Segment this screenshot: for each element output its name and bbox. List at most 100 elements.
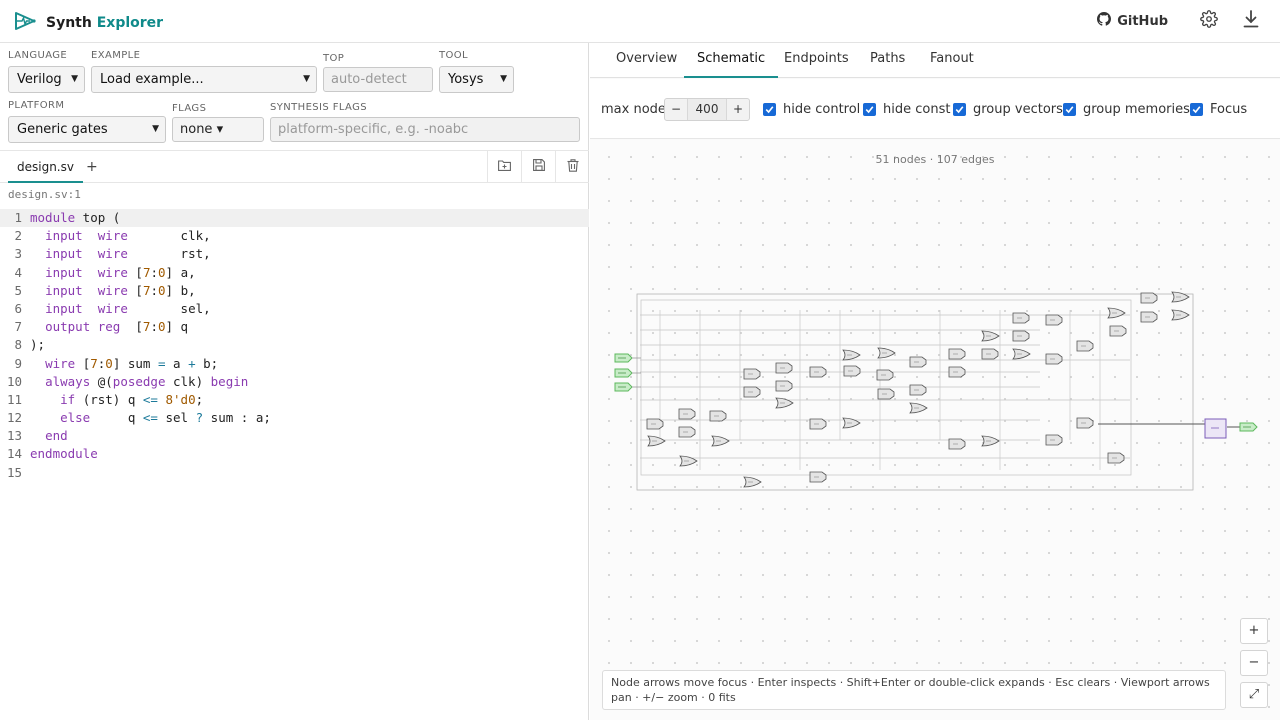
group-memories-label: group memories	[1083, 102, 1190, 117]
delete-file-button[interactable]	[555, 151, 589, 183]
language-label: LANGUAGE	[8, 50, 68, 61]
wire-frame	[640, 299, 1132, 476]
flags-dropdown[interactable]: none ▾	[172, 117, 264, 142]
folder-icon	[498, 159, 511, 175]
platform-label: PLATFORM	[8, 100, 65, 111]
tab-fanout[interactable]: Fanout	[930, 43, 974, 78]
top-placeholder: auto-detect	[331, 72, 407, 87]
download-icon	[1243, 10, 1259, 32]
max-nodes-label: max nodes	[601, 102, 673, 117]
code-line: 4 input wire [7:0] a,	[14, 264, 196, 280]
file-tabbar: design.sv +	[0, 150, 589, 183]
code-line: 8);	[14, 337, 46, 353]
code-line: 5 input wire [7:0] b,	[14, 282, 196, 298]
hide-const-checkbox[interactable]: hide const	[863, 102, 950, 117]
schematic-toolbar: max nodes − 400 + hide control hide cons…	[590, 79, 1280, 139]
platform-value: Generic gates	[17, 122, 108, 137]
code-line: 13 end	[6, 428, 68, 444]
focus-checkbox[interactable]: Focus	[1190, 102, 1247, 117]
chevron-down-icon: ▼	[500, 74, 507, 84]
tool-label: TOOL	[439, 50, 469, 61]
tool-value: Yosys	[448, 72, 484, 87]
chevron-down-icon: ▼	[152, 124, 159, 134]
language-value: Verilog	[17, 72, 62, 87]
tab-overview[interactable]: Overview	[616, 43, 677, 78]
checkmark-icon	[953, 103, 966, 116]
tab-paths[interactable]: Paths	[870, 43, 905, 78]
example-label: EXAMPLE	[91, 50, 141, 61]
github-icon	[1097, 12, 1112, 30]
code-line: 2 input wire clk,	[14, 228, 211, 244]
checkmark-icon	[763, 103, 776, 116]
code-line: 14 endmodule	[6, 446, 98, 462]
max-nodes-stepper[interactable]: − 400 +	[664, 98, 750, 121]
code-line: 11 if (rst) q <= 8'd0;	[6, 391, 204, 407]
chevron-down-icon: ▼	[303, 74, 310, 84]
hide-control-label: hide control	[783, 102, 861, 117]
code-line: 9 wire [7:0] sum = a + b;	[14, 355, 219, 371]
brand[interactable]: Synth Explorer	[14, 10, 163, 36]
code-line: 7 output reg [7:0] q	[14, 319, 189, 335]
synth-flags-input[interactable]: platform-specific, e.g. -noabc	[270, 117, 580, 142]
code-line: 1 module top (	[0, 209, 589, 228]
focus-label: Focus	[1210, 102, 1248, 117]
file-tab-design[interactable]: design.sv	[8, 151, 83, 183]
checkmark-icon	[1190, 103, 1203, 116]
synth-flags-label: SYNTHESIS FLAGS	[270, 102, 368, 113]
analysis-panel: Overview Schematic Endpoints Paths Fanou…	[590, 43, 1280, 720]
app-title: Synth Explorer	[46, 15, 163, 31]
example-select[interactable]: Load example... ▼	[91, 66, 317, 93]
save-icon	[532, 159, 545, 175]
tool-select[interactable]: Yosys ▼	[439, 66, 514, 93]
output-register	[1204, 418, 1227, 439]
code-editor[interactable]: 1 module top ( 2 input wire clk, 3 input …	[0, 209, 589, 482]
schematic-canvas[interactable]: 51 nodes · 107 edges + − ⤢ Node arrows m…	[590, 140, 1280, 720]
editor-panel: LANGUAGE Verilog ▼ EXAMPLE Load example.…	[0, 43, 589, 720]
top-label: TOP	[323, 53, 345, 64]
github-link[interactable]: GitHub	[1097, 12, 1168, 30]
checkmark-icon	[863, 103, 876, 116]
app-header: Synth Explorer GitHub	[0, 0, 1280, 43]
brand-main: Synth	[46, 15, 92, 31]
open-file-button[interactable]	[487, 151, 521, 183]
zoom-in-button[interactable]: +	[1240, 618, 1268, 644]
tab-endpoints[interactable]: Endpoints	[784, 43, 849, 78]
chevron-down-icon: ▼	[71, 74, 78, 84]
example-value: Load example...	[100, 72, 204, 87]
add-file-button[interactable]: +	[86, 151, 98, 183]
brand-accent: Explorer	[96, 15, 164, 31]
language-select[interactable]: Verilog ▼	[8, 66, 85, 93]
hide-control-checkbox[interactable]: hide control	[763, 102, 860, 117]
checkmark-icon	[1063, 103, 1076, 116]
fit-view-button[interactable]: ⤢	[1240, 682, 1268, 708]
code-line: 12 else q <= sel ? sum : a;	[6, 410, 271, 426]
trash-icon	[567, 158, 579, 176]
save-file-button[interactable]	[521, 151, 555, 183]
top-input[interactable]: auto-detect	[323, 67, 433, 92]
code-line: 10 always @(posedge clk) begin	[6, 373, 249, 389]
group-vectors-label: group vectors	[973, 102, 1063, 117]
breadcrumb: design.sv:1	[8, 188, 81, 201]
settings-button[interactable]	[1198, 10, 1220, 32]
max-nodes-value[interactable]: 400	[687, 99, 727, 120]
code-line: 6 input wire sel,	[14, 300, 211, 316]
code-line: 15	[6, 464, 22, 480]
gear-icon	[1200, 10, 1218, 32]
view-tabs: Overview Schematic Endpoints Paths Fanou…	[590, 43, 1280, 78]
schematic-graph[interactable]	[590, 140, 1280, 640]
tab-schematic[interactable]: Schematic	[684, 43, 779, 78]
flags-label: FLAGS	[172, 103, 207, 114]
code-line: 3 input wire rst,	[14, 246, 211, 262]
group-vectors-checkbox[interactable]: group vectors	[953, 102, 1063, 117]
zoom-out-button[interactable]: −	[1240, 650, 1268, 676]
hide-const-label: hide const	[883, 102, 951, 117]
synth-flags-placeholder: platform-specific, e.g. -noabc	[278, 122, 469, 137]
decrement-button[interactable]: −	[665, 99, 687, 120]
logo-icon	[14, 10, 38, 36]
platform-select[interactable]: Generic gates ▼	[8, 116, 166, 143]
keyboard-hint: Node arrows move focus · Enter inspects …	[602, 670, 1226, 710]
download-button[interactable]	[1240, 10, 1262, 32]
group-memories-checkbox[interactable]: group memories	[1063, 102, 1190, 117]
flags-value: none ▾	[180, 122, 224, 137]
increment-button[interactable]: +	[727, 99, 749, 120]
